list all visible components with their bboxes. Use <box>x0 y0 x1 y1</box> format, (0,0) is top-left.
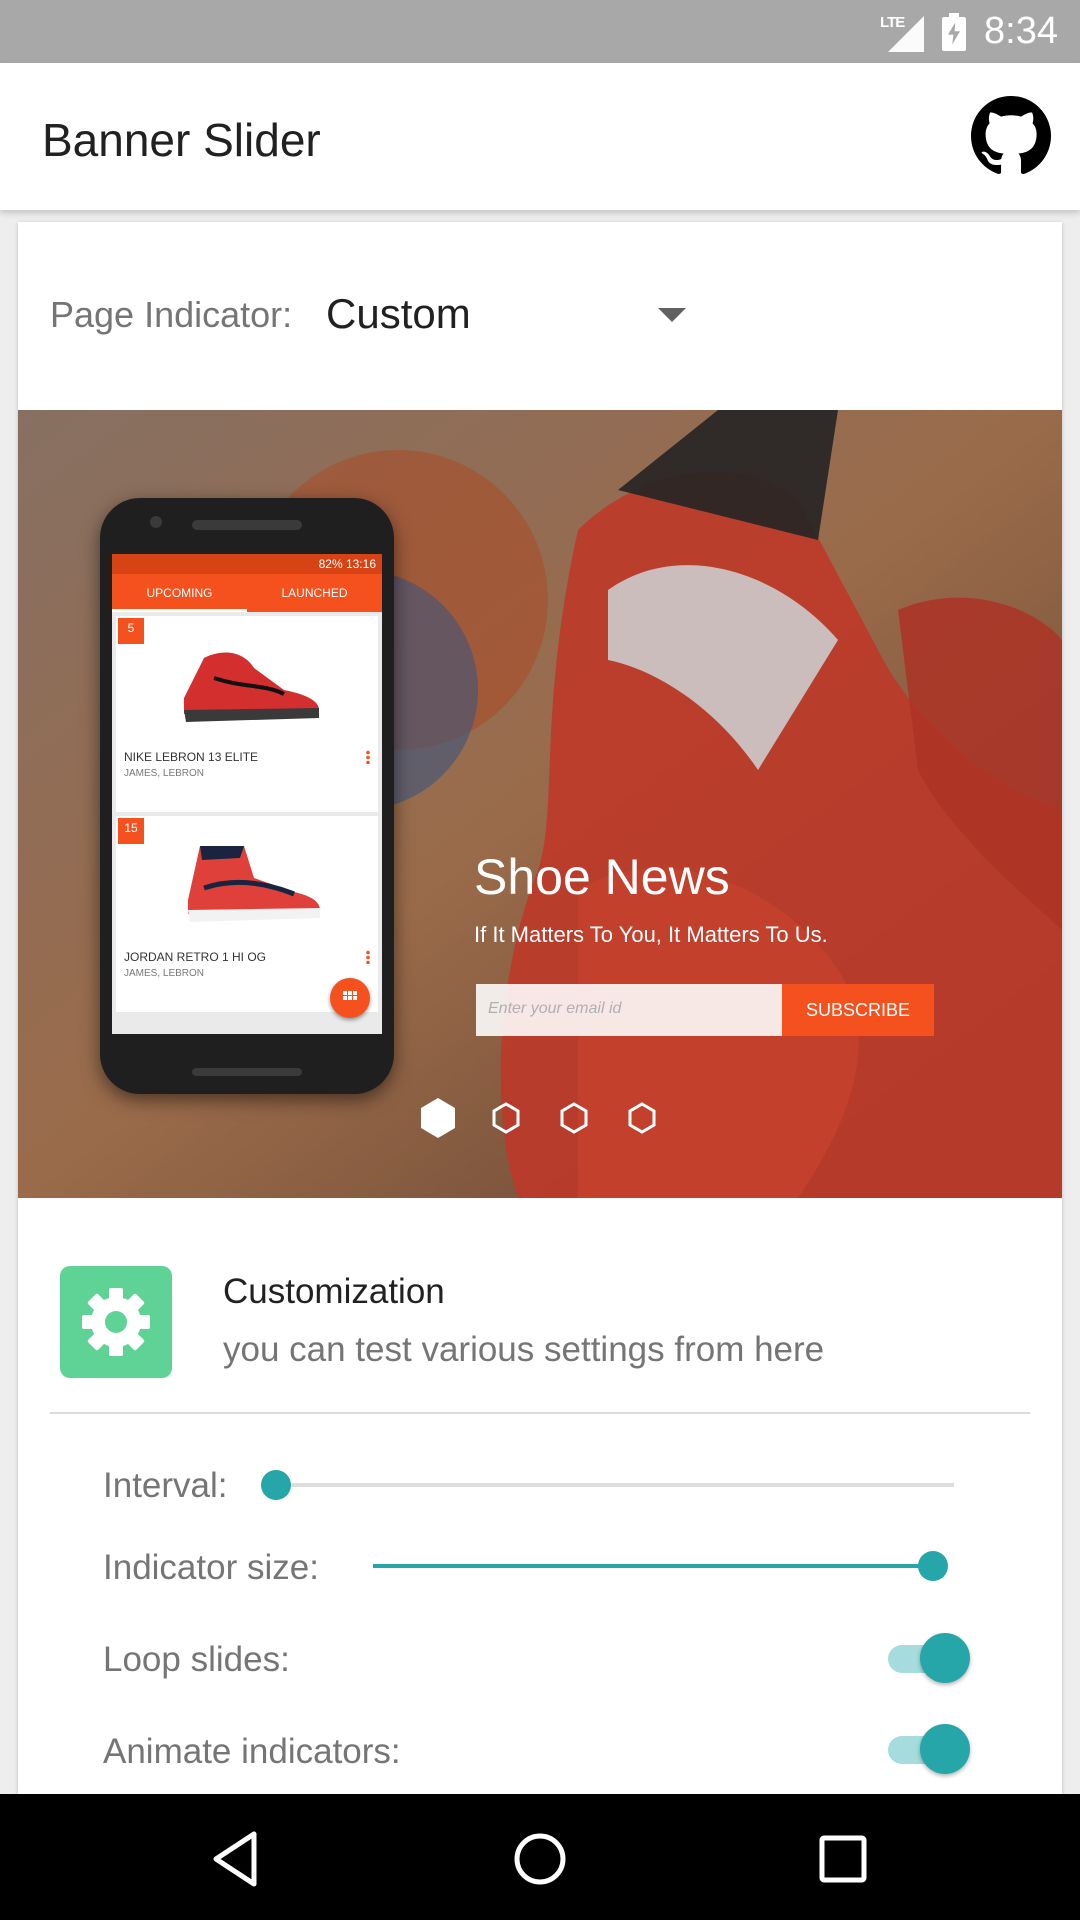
mock-status: 82% 13:16 <box>112 554 382 574</box>
more-vert-icon <box>366 750 370 764</box>
mock-tab-upcoming: UPCOMING <box>112 574 247 612</box>
indicator-dot-active[interactable] <box>416 1096 460 1140</box>
mock-date-badge: 15 <box>118 818 144 844</box>
mock-shoe-sub: JAMES, LEBRON <box>124 968 205 979</box>
signal-icon: LTE <box>880 12 925 52</box>
loop-slides-label: Loop slides: <box>103 1640 290 1679</box>
mock-shoe-card: 5 NIKE LEBRON 13 ELITE JAMES, LEBRON <box>116 616 378 812</box>
battery-charging-icon <box>942 12 967 51</box>
mock-tab-launched: LAUNCHED <box>281 586 348 600</box>
email-input: Enter your email id <box>476 984 782 1036</box>
animate-indicators-label: Animate indicators: <box>103 1732 401 1771</box>
interval-label: Interval: <box>103 1466 228 1505</box>
mock-date-badge: 5 <box>118 618 144 644</box>
subscribe-button: SUBSCRIBE <box>782 984 934 1036</box>
status-bar: LTE 8:34 <box>0 0 1080 63</box>
recents-icon[interactable] <box>808 1824 878 1894</box>
banner-title: Shoe News <box>474 849 730 905</box>
customization-title: Customization <box>223 1272 445 1311</box>
banner-subtitle: If It Matters To You, It Matters To Us. <box>474 922 828 947</box>
mock-shoe-name: JORDAN RETRO 1 HI OG <box>124 950 267 964</box>
page-indicator-dropdown[interactable]: Custom <box>326 290 471 338</box>
dropdown-arrow-icon[interactable] <box>658 308 686 322</box>
indicator-dot[interactable] <box>484 1096 528 1140</box>
customization-subtitle: you can test various settings from here <box>223 1330 825 1369</box>
shoe-image <box>184 652 319 722</box>
indicator-size-slider[interactable] <box>373 1564 933 1568</box>
page-title: Banner Slider <box>42 114 321 166</box>
indicator-dot[interactable] <box>552 1096 596 1140</box>
banner-slider[interactable]: 82% 13:16 UPCOMING LAUNCHED 5 NIKE LEBRO… <box>18 410 1062 1198</box>
interval-slider[interactable] <box>276 1483 954 1487</box>
loop-slides-switch[interactable] <box>884 1631 970 1687</box>
phone-screen: 82% 13:16 UPCOMING LAUNCHED 5 NIKE LEBRO… <box>112 554 382 1034</box>
grid-fab-icon <box>330 978 370 1018</box>
home-icon[interactable] <box>505 1824 575 1894</box>
page-indicator-label: Page Indicator: <box>50 294 293 335</box>
indicator-size-slider-thumb[interactable] <box>918 1551 948 1581</box>
github-icon[interactable] <box>971 96 1051 176</box>
indicator-dot[interactable] <box>620 1096 664 1140</box>
mock-tabs: UPCOMING LAUNCHED <box>112 574 382 612</box>
gear-icon <box>60 1266 172 1378</box>
divider <box>50 1412 1030 1414</box>
mock-shoe-sub: JAMES, LEBRON <box>124 768 205 779</box>
navigation-bar <box>0 1794 1080 1920</box>
mock-shoe-name: NIKE LEBRON 13 ELITE <box>124 750 259 764</box>
phone-mockup: 82% 13:16 UPCOMING LAUNCHED 5 NIKE LEBRO… <box>100 498 394 1094</box>
content-card: Page Indicator: Custom 82% 13:16 UPCOMIN… <box>18 222 1062 1794</box>
interval-slider-thumb[interactable] <box>261 1470 291 1500</box>
back-icon[interactable] <box>202 1824 272 1894</box>
shoe-image <box>188 846 320 922</box>
page-indicator-selector[interactable]: Page Indicator: Custom <box>18 222 1062 410</box>
email-placeholder: Enter your email id <box>488 1000 622 1017</box>
animate-indicators-switch[interactable] <box>884 1722 970 1778</box>
more-vert-icon <box>366 950 370 964</box>
status-time: 8:34 <box>984 10 1058 52</box>
status-icons: LTE 8:34 <box>880 0 1058 63</box>
indicator-size-label: Indicator size: <box>103 1548 319 1587</box>
page-indicator <box>416 1096 664 1140</box>
app-bar: Banner Slider <box>0 63 1080 210</box>
